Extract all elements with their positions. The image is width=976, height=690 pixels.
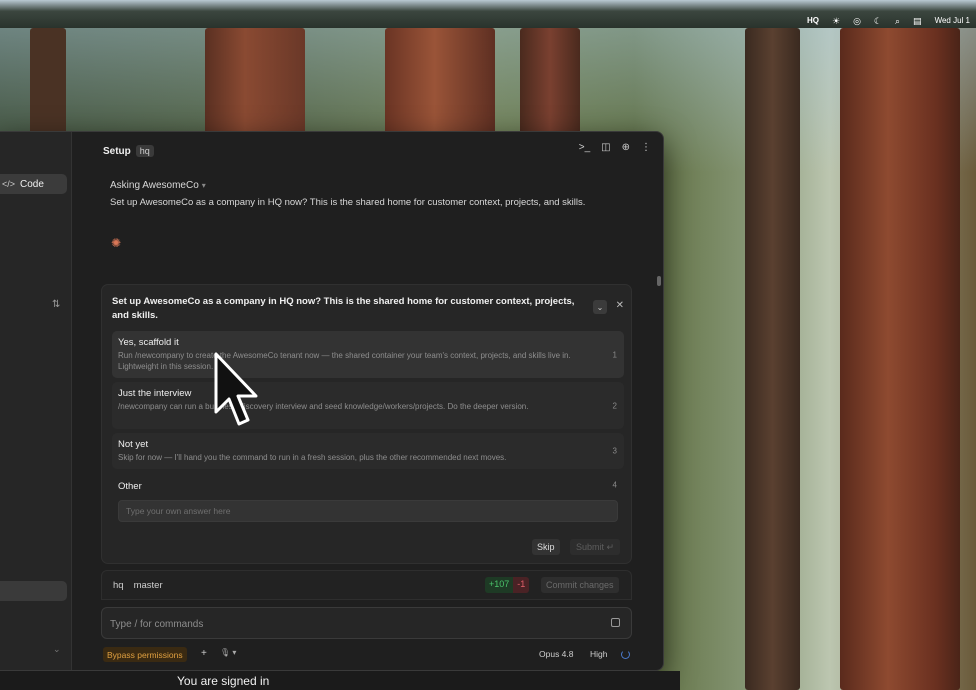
menu-bar: HQ ☀ ◎ ☾ ⌕ ▤ Wed Jul 1 — [0, 0, 976, 28]
tree-trunk — [840, 28, 960, 690]
scrollbar[interactable] — [657, 276, 661, 286]
option-number: 4 — [612, 480, 617, 490]
more-icon[interactable]: ⋮ — [641, 142, 651, 153]
option-label: Yes, scaffold it — [118, 337, 179, 348]
mouse-pointer-icon — [214, 352, 258, 426]
skip-button[interactable]: Skip — [532, 539, 560, 555]
option-number: 1 — [612, 350, 617, 359]
sidebar-item-code[interactable]: </> Code — [0, 174, 67, 194]
code-icon: </> — [2, 179, 16, 189]
sidebar-item-active[interactable] — [0, 581, 67, 601]
deletions-count: -1 — [513, 577, 530, 593]
sidebar-item-label: Code — [20, 178, 44, 190]
stop-icon[interactable] — [611, 618, 620, 627]
effort-selector[interactable]: High — [590, 649, 607, 659]
question-card: Set up AwesomeCo as a company in HQ now?… — [101, 284, 632, 564]
repo-name: hq — [113, 579, 124, 591]
brightness-icon[interactable]: ☀ — [832, 16, 840, 26]
prompt-box — [101, 607, 632, 639]
additions-count: +107 — [485, 577, 514, 593]
sidebar: </> Code ⇅ ⌄ — [0, 132, 72, 670]
option-description: Skip for now — I'll hand you the command… — [118, 453, 507, 462]
option-number: 2 — [612, 401, 617, 410]
globe-icon[interactable]: ⊕ — [622, 142, 630, 153]
control-center-icon[interactable]: ▤ — [913, 16, 922, 26]
commit-changes-button[interactable]: Commit changes — [541, 577, 619, 593]
session-title: Setup — [103, 145, 131, 157]
session-tag: hq — [135, 145, 154, 157]
app-window: </> Code ⇅ ⌄ Setup hq >_ ◫ ⊕ ⋮ Asking Aw… — [0, 131, 664, 671]
search-icon[interactable]: ⌕ — [895, 16, 900, 26]
option-just-interview[interactable]: Just the interview /newcompany can run a… — [112, 382, 624, 429]
option-label: Just the interview — [118, 388, 192, 399]
asking-label[interactable]: Asking AwesomeCo ▾ — [110, 180, 206, 191]
prompt-input[interactable] — [110, 615, 600, 633]
filter-icon[interactable]: ⇅ — [52, 299, 60, 310]
add-attachment-button[interactable]: + — [201, 648, 207, 659]
diff-stat[interactable]: +107 -1 — [485, 577, 530, 593]
microphone-icon[interactable]: 🎙 ▾ — [220, 648, 236, 657]
menubar-clock[interactable]: Wed Jul 1 — [935, 17, 970, 25]
question-card-title: Set up AwesomeCo as a company in HQ now?… — [112, 296, 575, 321]
submit-button[interactable]: Submit ↵ — [570, 539, 621, 555]
model-selector[interactable]: Opus 4.8 — [539, 649, 574, 659]
moon-icon[interactable]: ☾ — [874, 16, 882, 26]
option-label: Not yet — [118, 439, 149, 450]
option-description: Run /newcompany to create the AwesomeCo … — [118, 351, 571, 371]
panel-icon[interactable]: ◫ — [601, 142, 610, 153]
loading-spinner-icon — [621, 650, 630, 659]
menubar-hq-item[interactable]: HQ — [807, 17, 819, 25]
caption-bar — [0, 671, 680, 690]
spark-icon: ✺ — [111, 236, 122, 250]
permission-mode-badge[interactable]: Bypass permissions — [103, 647, 187, 662]
main-panel: Setup hq >_ ◫ ⊕ ⋮ Asking AwesomeCo ▾ Set … — [73, 132, 663, 670]
option-description: /newcompany can run a business-discovery… — [118, 402, 529, 411]
collapse-button[interactable]: ⌄ — [593, 300, 607, 314]
prompt-footer: Bypass permissions + 🎙 ▾ Opus 4.8 High — [101, 647, 632, 663]
other-answer-input[interactable] — [118, 500, 618, 522]
terminal-icon[interactable]: >_ — [579, 142, 590, 153]
menu-bar-status: HQ ☀ ◎ ☾ ⌕ ▤ Wed Jul 1 — [807, 14, 970, 28]
session-header: Setup hq — [73, 140, 663, 162]
assistant-message: Set up AwesomeCo as a company in HQ now?… — [110, 197, 586, 208]
chevron-down-icon[interactable]: ⌄ — [53, 644, 61, 655]
signed-in-caption: You are signed in — [177, 674, 270, 688]
option-other[interactable]: Other 4 — [112, 475, 624, 495]
option-label: Other — [118, 481, 142, 492]
close-icon[interactable]: ✕ — [616, 300, 624, 311]
option-number: 3 — [612, 446, 617, 456]
branch-bar: hq master +107 -1 Commit changes — [101, 570, 632, 600]
header-actions: >_ ◫ ⊕ ⋮ — [579, 142, 651, 153]
option-yes-scaffold[interactable]: Yes, scaffold it Run /newcompany to crea… — [112, 331, 624, 378]
asking-text: Asking AwesomeCo — [110, 180, 199, 191]
option-not-yet[interactable]: Not yet Skip for now — I'll hand you the… — [112, 433, 624, 469]
chevron-down-icon: ▾ — [201, 181, 206, 190]
branch-selector[interactable]: master — [134, 580, 163, 591]
tree-trunk — [745, 28, 800, 690]
settings-icon[interactable]: ◎ — [853, 16, 861, 26]
